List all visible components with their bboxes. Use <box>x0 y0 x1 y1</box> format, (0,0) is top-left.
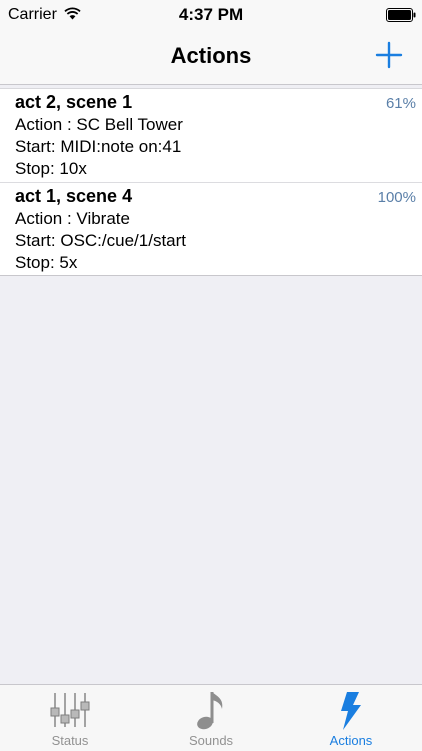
action-description: Action : Vibrate <box>15 209 130 228</box>
action-start: Start: OSC:/cue/1/start <box>15 231 187 250</box>
tab-status[interactable]: Status <box>0 685 140 751</box>
action-description: Action : SC Bell Tower <box>15 115 183 134</box>
tab-label: Status <box>51 733 89 748</box>
action-start: Start: MIDI:note on:41 <box>15 137 182 156</box>
action-title: act 2, scene 1 <box>15 92 133 112</box>
action-stop: Stop: 5x <box>15 253 78 272</box>
page-title: Actions <box>170 43 252 68</box>
tab-sounds[interactable]: Sounds <box>141 685 281 751</box>
tab-label: Actions <box>329 733 373 748</box>
action-row[interactable]: act 2, scene 1 Action : SC Bell Tower St… <box>0 89 422 182</box>
tab-bar: Status Sounds Actions <box>0 684 422 751</box>
plus-icon <box>375 41 403 69</box>
tab-actions[interactable]: Actions <box>281 685 421 751</box>
status-time: 4:37 PM <box>178 5 244 24</box>
add-action-button[interactable] <box>370 36 408 74</box>
mixer-sliders-icon <box>50 693 90 727</box>
music-note-icon <box>197 692 223 730</box>
status-bar: Carrier 4:37 PM <box>0 0 422 30</box>
action-percent: 61% <box>385 95 416 112</box>
navigation-bar: Actions <box>0 30 422 85</box>
tab-label: Sounds <box>188 733 234 748</box>
action-percent: 100% <box>377 189 416 206</box>
action-row[interactable]: act 1, scene 4 Action : Vibrate Start: O… <box>0 182 422 275</box>
actions-list: act 2, scene 1 Action : SC Bell Tower St… <box>0 88 422 276</box>
battery-icon <box>386 8 416 22</box>
lightning-bolt-icon <box>341 692 361 730</box>
action-title: act 1, scene 4 <box>15 186 133 206</box>
action-stop: Stop: 10x <box>15 159 87 178</box>
